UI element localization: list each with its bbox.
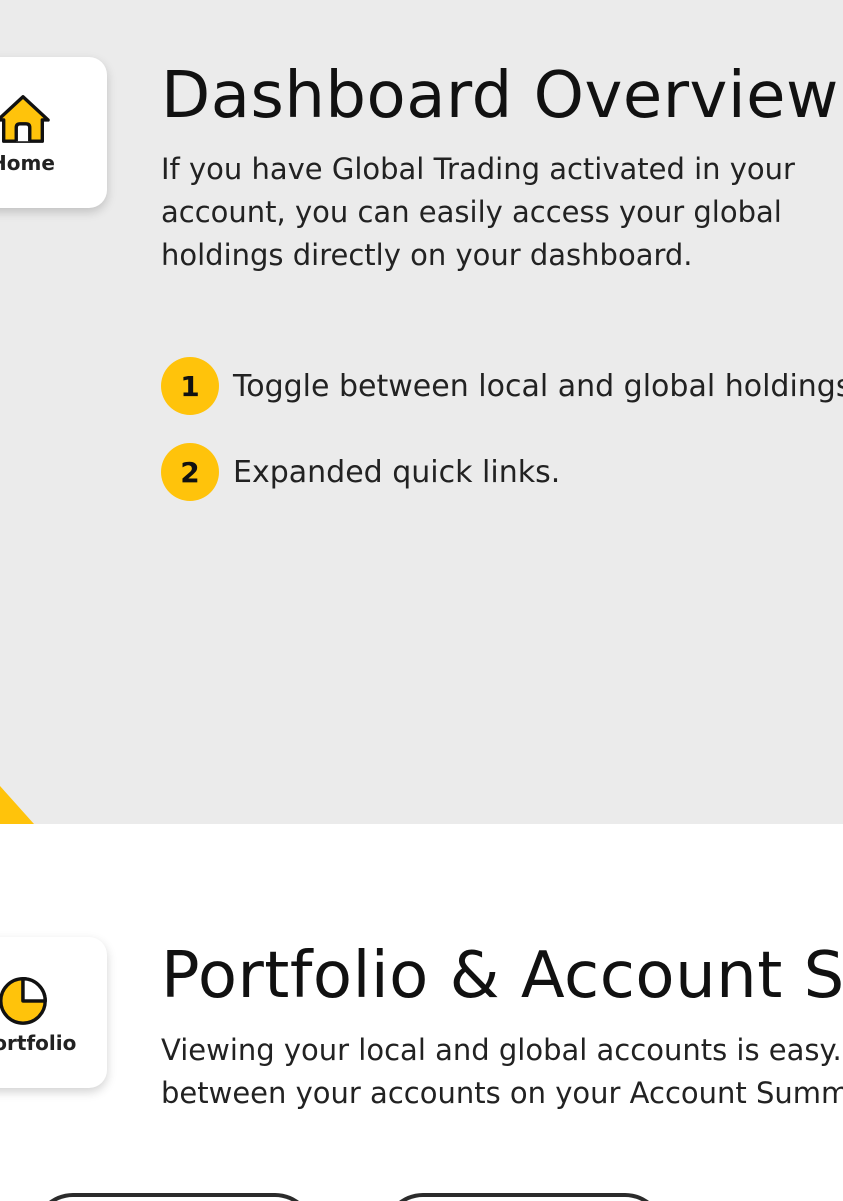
description-line: If you have Global Trading activated in … xyxy=(161,152,795,186)
phone-frame xyxy=(383,1193,665,1201)
description-line: Viewing your local and global accounts i… xyxy=(161,1033,842,1067)
pie-chart-icon xyxy=(0,976,47,1025)
dashboard-overview-description: If you have Global Trading activated in … xyxy=(161,148,843,277)
dashboard-overview-title: Dashboard Overview xyxy=(161,59,839,133)
page: Home Dashboard Overview If you have Glob… xyxy=(0,0,843,1201)
description-line: holdings directly on your dashboard. xyxy=(161,238,693,272)
step-number-badge: 1 xyxy=(161,357,219,415)
step-item: 2 Expanded quick links. xyxy=(161,443,560,501)
corner-accent-triangle xyxy=(0,786,34,824)
description-line: between your accounts on your Account Su… xyxy=(161,1076,843,1110)
portfolio-description: Viewing your local and global accounts i… xyxy=(161,1029,843,1115)
step-text: Expanded quick links. xyxy=(233,454,561,490)
home-icon xyxy=(0,94,50,143)
home-nav-label: Home xyxy=(0,150,55,175)
portfolio-account-summary-title: Portfolio & Account Summary xyxy=(161,939,843,1013)
description-line: account, you can easily access your glob… xyxy=(161,195,782,229)
home-nav-card[interactable]: Home xyxy=(0,57,107,208)
dashboard-overview-section: Home Dashboard Overview If you have Glob… xyxy=(0,0,843,824)
phone-frame xyxy=(33,1193,315,1201)
step-number-badge: 2 xyxy=(161,443,219,501)
portfolio-nav-card[interactable]: Portfolio xyxy=(0,937,107,1088)
step-item: 1 Toggle between local and global holdin… xyxy=(161,357,843,415)
step-text: Toggle between local and global holdings… xyxy=(233,368,843,404)
portfolio-nav-label: Portfolio xyxy=(0,1030,77,1055)
